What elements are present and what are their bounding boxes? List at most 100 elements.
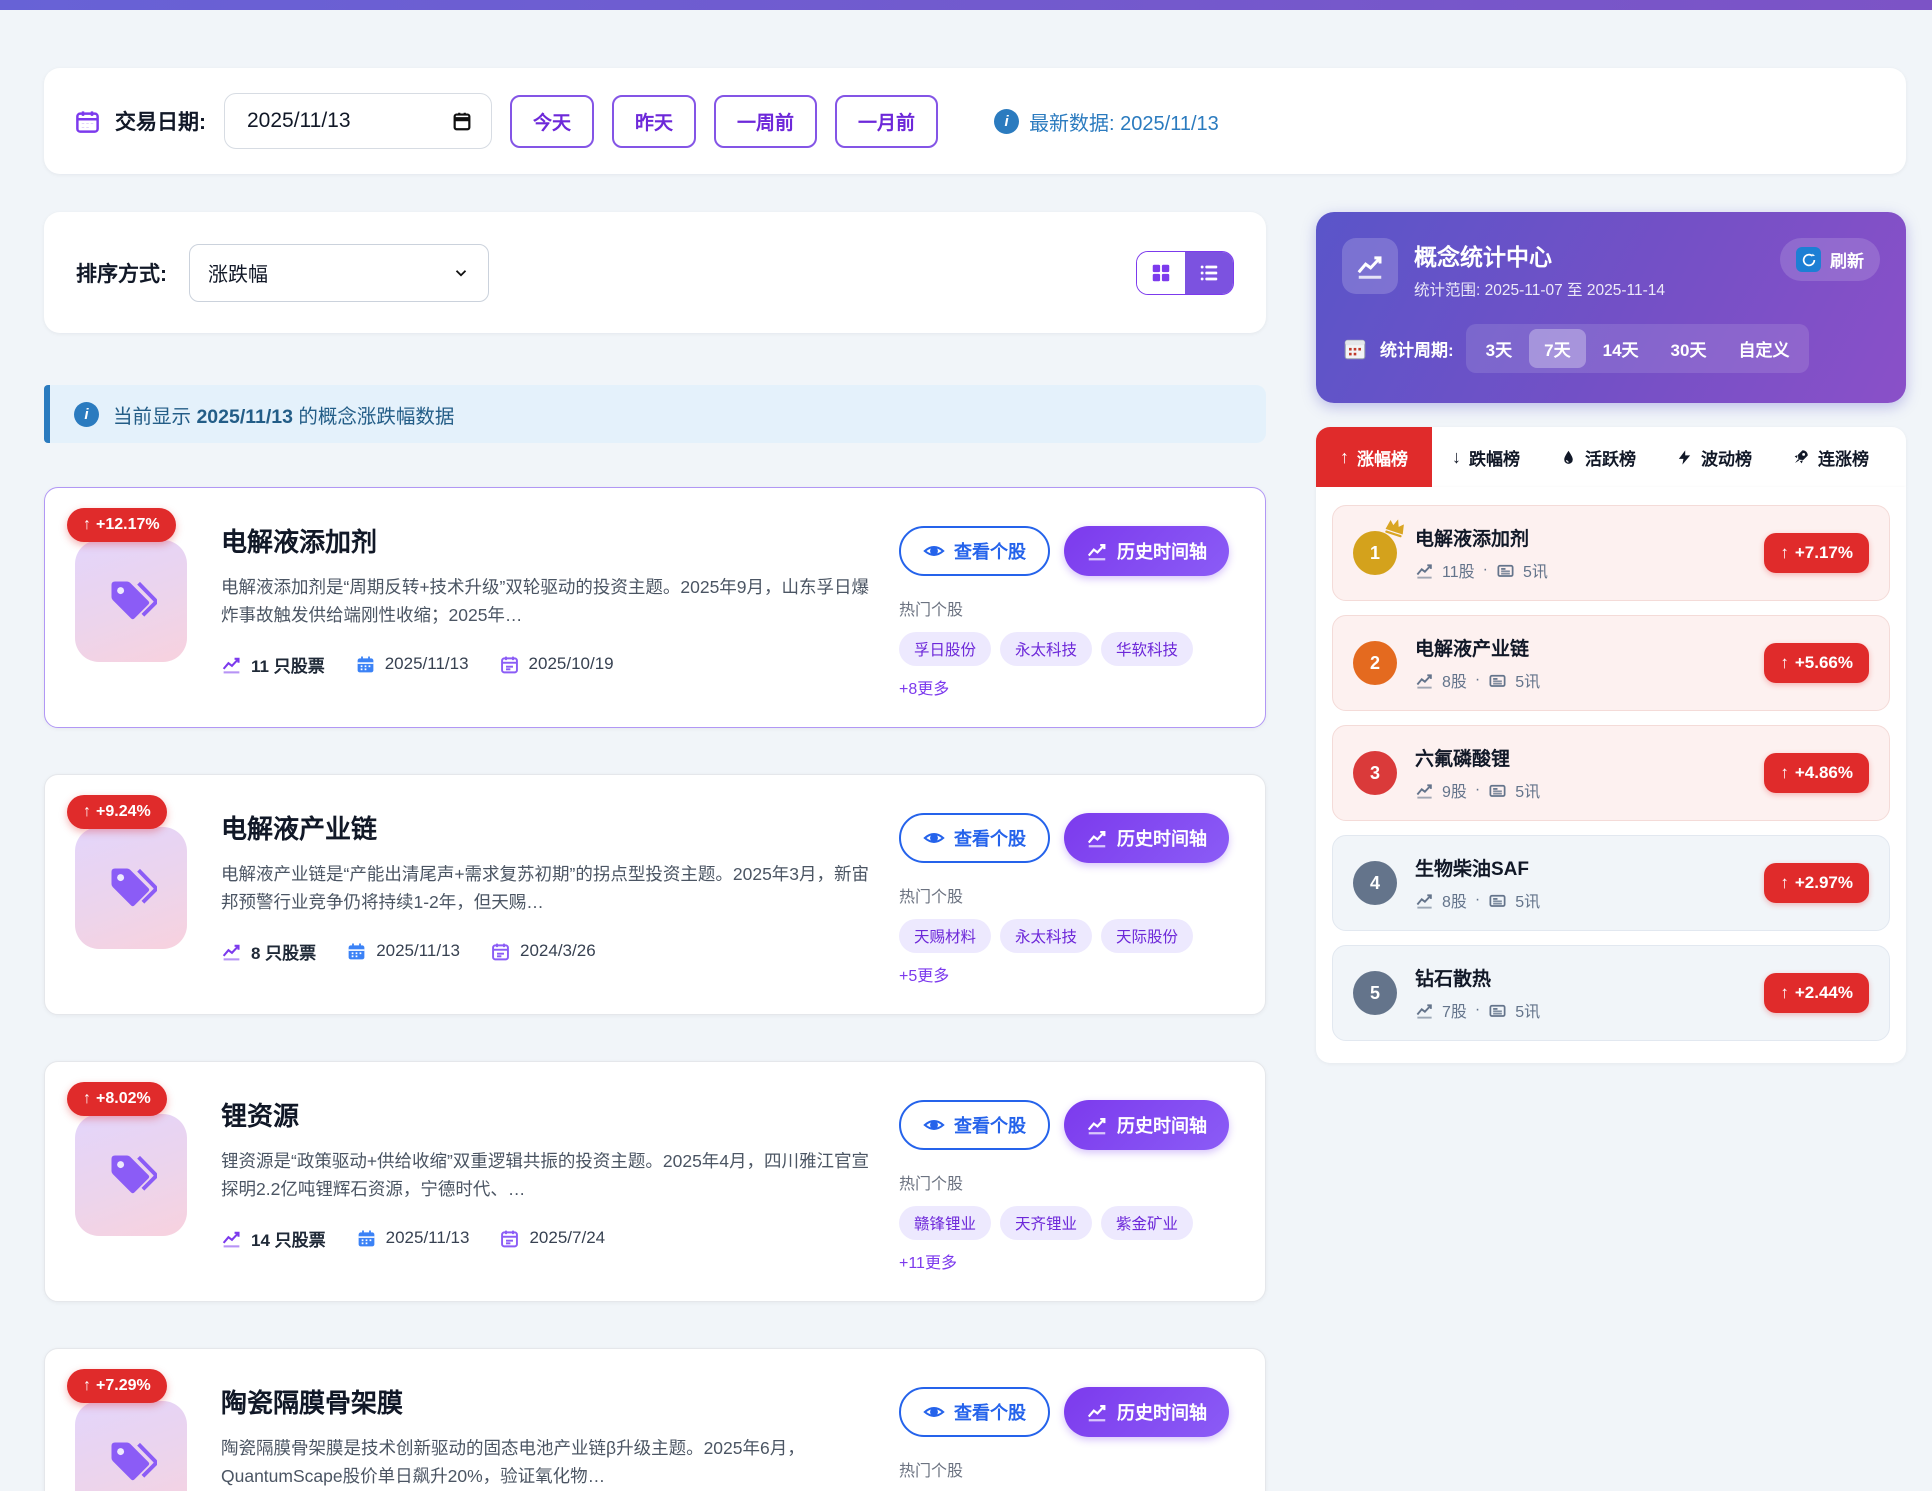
top-accent-bar (0, 0, 1932, 10)
concept-title: 陶瓷隔膜骨架膜 (221, 1383, 871, 1420)
concept-card: ↑+12.17% 电解液添加剂 电解液添加剂是“周期反转+技术升级”双轮驱动的投… (44, 487, 1266, 728)
rank-item[interactable]: 4 生物柴油SAF 8股 · 5讯 ↑+2.97% (1332, 835, 1890, 931)
refresh-button[interactable]: 刷新 (1780, 238, 1880, 281)
stock-count: 14 只股票 (251, 1226, 326, 1251)
period-30d[interactable]: 30天 (1656, 329, 1722, 368)
tab-gainers[interactable]: ↑涨幅榜 (1316, 427, 1432, 487)
rank-news-count: 5讯 (1515, 778, 1540, 802)
concept-icon-box (75, 827, 187, 949)
rank-concept-name: 钻石散热 (1415, 964, 1540, 991)
concept-icon-box (75, 1114, 187, 1236)
tab-streak[interactable]: 连涨榜 (1772, 427, 1889, 487)
calendar-purple-icon (499, 1228, 520, 1249)
info-icon: i (994, 109, 1019, 134)
concept-title: 锂资源 (221, 1096, 871, 1133)
tab-active[interactable]: 活跃榜 (1540, 427, 1656, 487)
quick-date-month-ago-button[interactable]: 一月前 (835, 95, 938, 148)
latest-date: 2025/11/13 (385, 654, 469, 674)
calendar-purple-icon (499, 654, 520, 675)
rank-news-count: 5讯 (1523, 558, 1548, 582)
rank-item[interactable]: 1 电解液添加剂 11股 · 5讯 ↑+7.17% (1332, 505, 1890, 601)
latest-date: 2025/11/13 (386, 1228, 470, 1248)
stock-tag[interactable]: 华软科技 (1101, 632, 1193, 666)
rank-stock-count: 11股 (1442, 558, 1475, 582)
tab-volatility[interactable]: 波动榜 (1656, 427, 1772, 487)
rank-number: 3 (1353, 751, 1397, 795)
view-stocks-button[interactable]: 查看个股 (899, 813, 1050, 863)
quick-date-today-button[interactable]: 今天 (510, 95, 594, 148)
view-stocks-button[interactable]: 查看个股 (899, 526, 1050, 576)
period-7d[interactable]: 7天 (1529, 329, 1585, 368)
concept-icon-box (75, 540, 187, 662)
rank-stock-count: 9股 (1442, 778, 1467, 802)
current-view-banner: i 当前显示 2025/11/13 的概念涨跌幅数据 (44, 385, 1266, 443)
rank-stock-count: 8股 (1442, 888, 1467, 912)
date-input[interactable]: 2025/11/13 (224, 93, 492, 149)
view-stocks-button[interactable]: 查看个股 (899, 1387, 1050, 1437)
history-timeline-button[interactable]: 历史时间轴 (1064, 526, 1229, 576)
rank-item[interactable]: 5 钻石散热 7股 · 5讯 ↑+2.44% (1332, 945, 1890, 1041)
mini-chart-icon (1415, 781, 1434, 800)
rank-concept-name: 生物柴油SAF (1415, 854, 1540, 881)
calendar-icon (74, 108, 101, 135)
rank-item[interactable]: 3 六氟磷酸锂 9股 · 5讯 ↑+4.86% (1332, 725, 1890, 821)
mini-chart-icon (1415, 891, 1434, 910)
grid-view-button[interactable] (1137, 252, 1185, 294)
stock-tag[interactable]: 天齐锂业 (1000, 1206, 1092, 1240)
change-badge: ↑+8.02% (67, 1082, 167, 1116)
change-badge: ↑+12.17% (67, 508, 176, 542)
trade-date-toolbar: 交易日期: 2025/11/13 今天 昨天 一周前 一月前 i 最新数据: 2… (44, 68, 1906, 174)
quick-date-yesterday-button[interactable]: 昨天 (612, 95, 696, 148)
quick-date-week-ago-button[interactable]: 一周前 (714, 95, 817, 148)
stats-center-panel: 概念统计中心 统计范围: 2025-11-07 至 2025-11-14 刷新 … (1316, 212, 1906, 403)
stock-tag[interactable]: 紫金矿业 (1101, 1206, 1193, 1240)
period-3d[interactable]: 3天 (1471, 329, 1527, 368)
start-date: 2025/7/24 (529, 1228, 605, 1248)
rank-number: 2 (1353, 641, 1397, 685)
history-timeline-button[interactable]: 历史时间轴 (1064, 813, 1229, 863)
rank-item[interactable]: 2 电解液产业链 8股 · 5讯 ↑+5.66% (1332, 615, 1890, 711)
stock-tag[interactable]: 永太科技 (1000, 919, 1092, 953)
stock-tag[interactable]: 天赐材料 (899, 919, 991, 953)
history-timeline-button[interactable]: 历史时间轴 (1064, 1387, 1229, 1437)
date-input-value: 2025/11/13 (247, 109, 351, 133)
info-icon: i (74, 402, 99, 427)
tag-icon (105, 575, 157, 627)
tag-icon (105, 1149, 157, 1201)
more-stocks-link[interactable]: +5更多 (899, 962, 949, 986)
view-stocks-button[interactable]: 查看个股 (899, 1100, 1050, 1150)
timeline-chart-icon (1086, 1401, 1108, 1423)
banner-date: 2025/11/13 (196, 406, 293, 428)
stock-count: 8 只股票 (251, 939, 316, 964)
news-icon (1488, 1001, 1507, 1020)
list-view-button[interactable] (1185, 252, 1233, 294)
calendar-picker-icon[interactable] (451, 110, 473, 132)
stock-tag[interactable]: 天际股份 (1101, 919, 1193, 953)
stock-tag[interactable]: 孚日股份 (899, 632, 991, 666)
period-14d[interactable]: 14天 (1588, 329, 1654, 368)
more-stocks-link[interactable]: +8更多 (899, 675, 949, 699)
tab-losers[interactable]: ↓跌幅榜 (1432, 427, 1540, 487)
period-custom[interactable]: 自定义 (1723, 329, 1804, 368)
calendar-blue-icon (356, 1228, 377, 1249)
more-stocks-link[interactable]: +11更多 (899, 1249, 957, 1273)
mini-chart-icon (1415, 561, 1434, 580)
rocket-icon (1792, 448, 1810, 466)
concept-description: 电解液添加剂是“周期反转+技术升级”双轮驱动的投资主题。2025年9月，山东孚日… (221, 573, 871, 630)
concept-card: ↑+7.29% 陶瓷隔膜骨架膜 陶瓷隔膜骨架膜是技术创新驱动的固态电池产业链β升… (44, 1348, 1266, 1491)
rank-news-count: 5讯 (1515, 668, 1540, 692)
grid-icon (1150, 262, 1172, 284)
rank-change-badge: ↑+2.44% (1764, 973, 1869, 1013)
chevron-down-icon (452, 264, 470, 282)
history-timeline-button[interactable]: 历史时间轴 (1064, 1100, 1229, 1150)
view-toggle (1136, 251, 1234, 295)
calendar-purple-icon (490, 941, 511, 962)
sort-select[interactable]: 涨跌幅 (189, 244, 489, 302)
stock-tag[interactable]: 永太科技 (1000, 632, 1092, 666)
rank-stock-count: 7股 (1442, 998, 1467, 1022)
stats-title: 概念统计中心 (1414, 238, 1665, 272)
latest-date: 2025/11/13 (376, 941, 460, 961)
stock-tag[interactable]: 赣锋锂业 (899, 1206, 991, 1240)
banner-text: 当前显示 2025/11/13 的概念涨跌幅数据 (113, 400, 454, 429)
concept-description: 锂资源是“政策驱动+供给收缩”双重逻辑共振的投资主题。2025年4月，四川雅江官… (221, 1147, 871, 1204)
